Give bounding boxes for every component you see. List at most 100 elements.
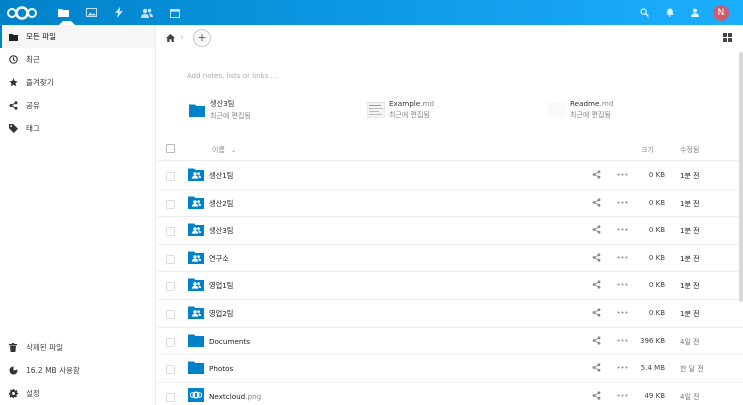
more-actions-icon[interactable] [617,336,629,346]
row-checkbox[interactable] [166,227,175,237]
nextcloud-logo-icon[interactable] [2,0,42,25]
share-icon[interactable] [592,308,602,318]
contacts-icon[interactable] [133,0,161,25]
sidebar-quota: 16.2 MB 사용함 [0,359,155,382]
file-modified: 1분 전 [680,199,700,208]
more-actions-icon[interactable] [617,363,629,373]
row-checkbox[interactable] [166,365,175,375]
file-row[interactable]: Documents 396 KB 4일 전 [157,328,743,356]
share-icon[interactable] [592,391,602,401]
file-row[interactable]: 생산2팀 0 KB 1분 전 [157,190,743,218]
share-icon[interactable] [592,170,602,180]
calendar-icon[interactable] [161,0,189,25]
file-name[interactable]: 영업2팀 [209,309,233,319]
row-checkbox[interactable] [166,337,175,347]
file-name[interactable]: Documents [209,337,250,346]
shared-folder-icon [188,305,204,319]
recent-item-sub: 최근에 편집됨 [389,111,430,119]
sidebar-item-tags[interactable]: 태그 [0,117,155,140]
column-header-size[interactable]: 크기 [641,145,654,155]
share-icon[interactable] [592,363,602,373]
new-file-button[interactable]: + [193,28,211,47]
folder-icon [188,333,204,347]
file-size: 0 KB [648,171,665,179]
home-icon[interactable] [163,31,177,45]
user-avatar[interactable]: N [713,4,729,21]
file-name[interactable]: 영업1팀 [209,281,233,291]
share-icon[interactable] [592,335,602,346]
sidebar-item-favorites[interactable]: 즐겨찾기 [0,71,155,94]
more-actions-icon[interactable] [617,308,629,318]
more-actions-icon[interactable] [617,280,629,290]
file-row[interactable]: 생산1팀 0 KB 1분 전 [157,162,743,190]
file-size: 0 KB [648,226,665,235]
file-name[interactable]: 생산1팀 [209,171,233,181]
file-size: 49 KB [644,391,665,400]
more-actions-icon[interactable] [617,170,629,180]
files-icon[interactable] [49,0,77,25]
file-size: 0 KB [648,281,665,290]
sort-down-icon: ⌄ [231,147,237,154]
row-checkbox[interactable] [166,392,175,402]
search-icon[interactable] [631,0,657,25]
image-thumbnail-icon [188,387,204,402]
sidebar-item-label: 태그 [26,124,40,133]
share-icon[interactable] [592,253,602,263]
file-name[interactable]: Nextcloud.png [209,392,261,401]
recent-item[interactable]: 생산3팀 최근에 편집됨 [188,99,251,121]
file-row[interactable]: Nextcloud.png 49 KB 4일 전 [157,383,743,405]
notifications-bell-icon[interactable] [657,0,683,25]
more-actions-icon[interactable] [617,198,629,208]
file-name[interactable]: 연구소 [209,254,229,264]
shared-folder-icon [188,277,204,292]
file-row[interactable]: Photos 5.4 MB 한 달 전 [157,355,743,383]
share-icon[interactable] [592,197,602,208]
recent-item-sub: 최근에 편집됨 [210,112,251,120]
row-checkbox[interactable] [166,282,175,292]
recent-item[interactable]: Example.md 최근에 편집됨 [367,99,434,120]
sidebar-item-recent[interactable]: 최근 [0,48,155,71]
file-row[interactable]: 연구소 0 KB 1분 전 [157,245,743,273]
share-icon[interactable] [592,280,602,290]
sidebar-item-shares[interactable]: 공유 [0,94,155,117]
file-list: 생산1팀 0 KB 1분 전 생산2팀 0 KB 1분 전 생산3팀 0 KB 1분 전 연구소 0… [157,162,743,405]
row-checkbox[interactable] [166,309,175,319]
file-size: 0 KB [648,198,665,207]
file-row[interactable]: 영업1팀 0 KB 1분 전 [157,272,743,300]
plus-icon: + [197,31,207,44]
gear-icon [8,389,18,399]
more-actions-icon[interactable] [617,225,629,235]
row-checkbox[interactable] [166,254,175,264]
folder-icon [8,32,18,42]
file-name[interactable]: Photos [209,364,233,373]
sidebar-item-settings[interactable]: 설정 [0,382,155,405]
sidebar-item-deleted-files[interactable]: 삭제된 파일 [0,336,155,359]
breadcrumb: › + [157,25,743,50]
file-row[interactable]: 영업2팀 0 KB 1분 전 [157,300,743,328]
more-actions-icon[interactable] [617,391,629,401]
photos-icon[interactable] [77,0,105,25]
column-header-modified[interactable]: 수정됨 [680,145,699,155]
row-checkbox[interactable] [166,172,175,181]
file-size: 0 KB [648,308,665,317]
sidebar-item-all-files[interactable]: 모든 파일 [0,25,155,48]
recent-item-name: Readme.md [570,99,614,108]
rich-workspace-placeholder[interactable]: Add notes, lists or links … [187,72,277,80]
file-row[interactable]: 생산3팀 0 KB 1분 전 [157,217,743,245]
recent-item[interactable]: Readme.md 최근에 편집됨 [548,99,613,120]
file-name[interactable]: 생산3팀 [209,226,233,236]
files-content: › + Add notes, lists or links … 생산3팀 최근에… [157,25,743,405]
contacts-menu-icon[interactable] [683,0,709,25]
activity-icon[interactable] [105,0,133,25]
scrollbar[interactable] [739,52,743,302]
file-name[interactable]: 생산2팀 [209,199,233,209]
shared-folder-icon [188,250,204,264]
more-actions-icon[interactable] [617,253,629,263]
select-all-checkbox[interactable] [166,144,175,153]
grid-view-icon[interactable] [723,33,733,43]
column-header-name[interactable]: 이름 ⌄ [212,145,236,155]
file-modified: 1분 전 [680,172,700,180]
row-checkbox[interactable] [166,199,175,209]
share-icon[interactable] [592,225,602,235]
trash-icon [8,343,18,353]
